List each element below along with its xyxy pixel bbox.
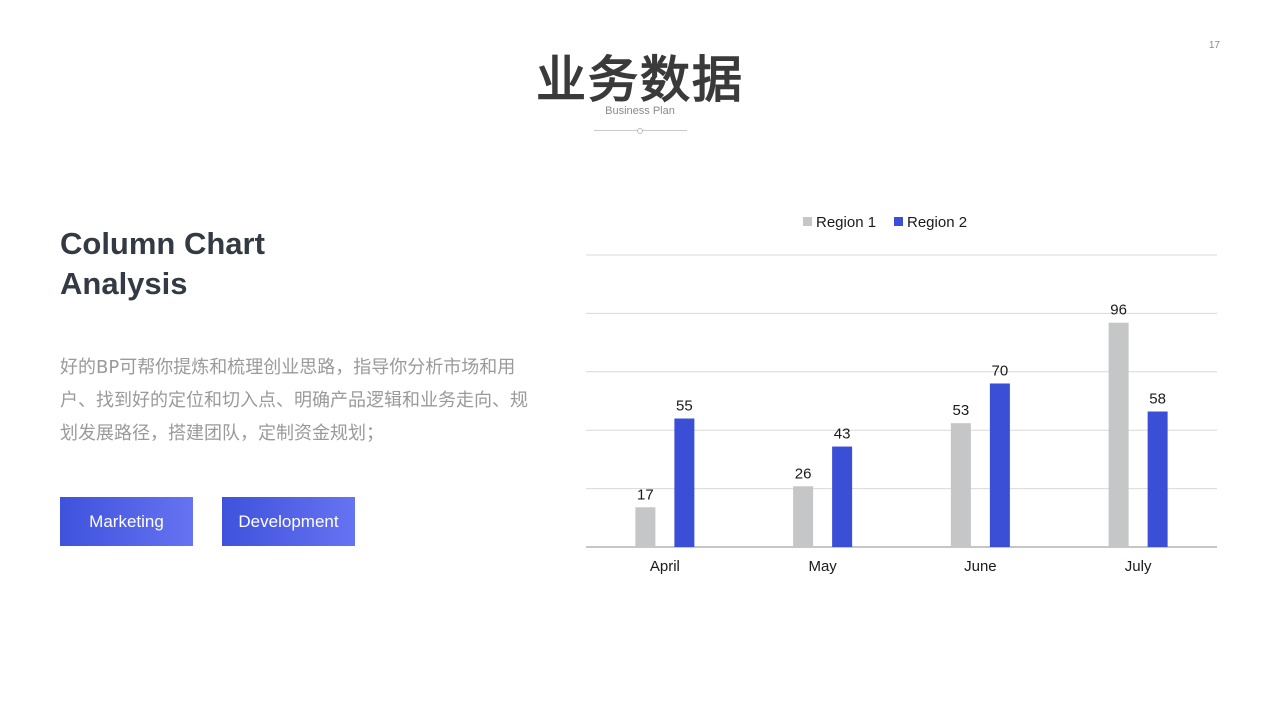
data-label: 70 [992,362,1009,379]
data-label: 43 [834,426,851,443]
description-text: 好的BP可帮你提炼和梳理创业思路，指导你分析市场和用户、找到好的定位和切入点、明… [60,357,528,444]
bar-1 [793,486,814,547]
development-button[interactable]: Development [222,497,355,546]
x-tick-label: July [1125,558,1152,575]
data-label: 26 [795,465,812,482]
data-label: 17 [637,486,654,503]
bar-1 [950,423,971,547]
bar-2 [1147,411,1168,547]
section-heading: Column Chart Analysis [60,224,380,304]
bar-2 [832,446,853,547]
bar-2 [674,418,695,547]
data-label: 96 [1110,302,1127,319]
data-label: 53 [953,402,970,419]
legend-swatch [894,217,903,226]
x-tick-label: June [964,558,997,575]
x-tick-label: May [808,558,837,575]
section-heading-line2: Analysis [60,266,188,301]
legend-label: Region 2 [907,214,967,231]
page-title: 业务数据 [536,51,744,109]
legend-swatch [803,217,812,226]
page-subtitle: Business Plan [605,105,675,117]
legend-label: Region 1 [816,214,876,231]
slide: 业务数据 Business Plan 17 Column Chart Analy… [0,0,1280,720]
bar-1 [1108,322,1129,547]
bar-1 [635,507,656,547]
bar-2 [989,383,1010,547]
page-number: 17 [1208,40,1220,51]
data-label: 58 [1149,391,1166,408]
x-tick-label: April [650,558,680,575]
marketing-button[interactable]: Marketing [60,497,193,546]
data-label: 55 [676,398,693,415]
title-divider-dot [637,128,643,134]
section-heading-line1: Column Chart [60,226,265,261]
